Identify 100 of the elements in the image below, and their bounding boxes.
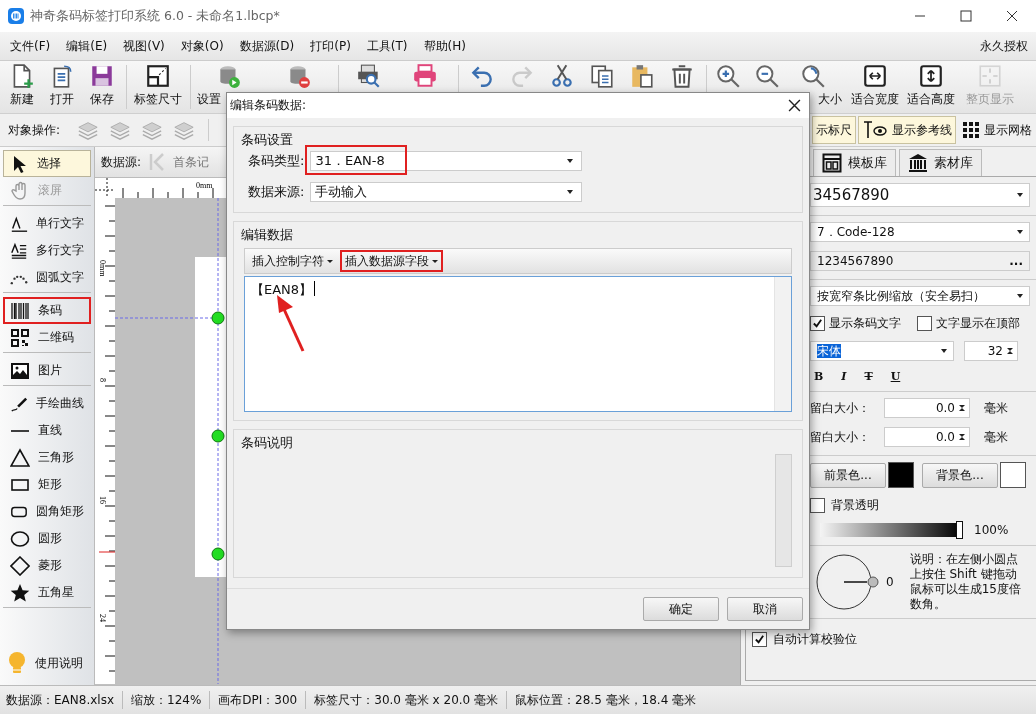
margin-label: 留白大小： — [810, 428, 870, 446]
menu-item[interactable]: 视图(V) — [123, 37, 165, 55]
color-button[interactable]: 前景色... — [810, 462, 886, 488]
close-icon[interactable] — [1006, 10, 1018, 22]
checkbox[interactable] — [752, 632, 767, 647]
tool-button[interactable]: 手绘曲线 — [3, 390, 91, 417]
slider-thumb[interactable] — [956, 521, 963, 539]
tool-button[interactable]: 条码 — [3, 297, 91, 324]
copy-icon — [589, 63, 615, 89]
checkbox[interactable] — [917, 316, 932, 331]
toolbar-button[interactable]: 标签尺寸 — [130, 61, 186, 113]
menu-item[interactable]: 打印(P) — [310, 37, 351, 55]
margin-label: 留白大小： — [810, 399, 870, 417]
triangle-icon — [10, 447, 30, 468]
line-icon — [10, 429, 30, 432]
status-text: 缩放：124% — [131, 691, 202, 709]
checkbox-label: 显示条码文字 — [829, 315, 901, 332]
checkbox-label: 自动计算校验位 — [773, 631, 857, 648]
view-toggle-button[interactable]: 显示网格 — [958, 116, 1036, 144]
tool-button[interactable]: 单行文字 — [3, 210, 91, 237]
tool-button[interactable]: 矩形 — [3, 471, 91, 498]
cut-icon — [549, 63, 575, 89]
tool-button[interactable]: 五角星 — [3, 579, 91, 606]
barcode-type-select[interactable]: 7．Code-128 — [810, 222, 1030, 242]
view-toggle-button[interactable]: 示标尺 — [812, 116, 856, 144]
font-size-spinner[interactable]: 32 — [964, 341, 1018, 361]
zoom-in-icon — [715, 63, 741, 89]
text-style-button[interactable]: U — [888, 370, 903, 383]
dropdown-select[interactable]: 手动输入 — [310, 182, 583, 202]
tool-button[interactable]: 圆角矩形 — [3, 498, 91, 525]
tool-button[interactable]: 三角形 — [3, 444, 91, 471]
text-style-button[interactable]: I — [839, 370, 849, 383]
menu-item[interactable]: 编辑(E) — [66, 37, 108, 55]
menu-item[interactable]: 文件(F) — [10, 37, 51, 55]
qr-code-icon — [10, 327, 30, 348]
selection-handle[interactable] — [211, 547, 225, 561]
color-swatch[interactable] — [1000, 462, 1026, 488]
menu-item[interactable]: 工具(T) — [366, 37, 408, 55]
font-select[interactable]: 宋体 — [810, 341, 954, 361]
scale-mode-select[interactable]: 按宽窄条比例缩放（安全易扫） — [810, 286, 1030, 306]
scrollbar[interactable] — [775, 454, 792, 567]
tool-button[interactable]: 多行文字 — [3, 237, 91, 264]
panel-tab[interactable]: 素材库 — [899, 149, 982, 176]
template-icon — [822, 153, 842, 173]
tool-button[interactable]: 二维码 — [3, 324, 91, 351]
license-label[interactable]: 永久授权 — [980, 37, 1028, 55]
panel-tab[interactable]: 模板库 — [813, 149, 896, 176]
data-source-label: 数据源: — [101, 153, 142, 171]
tool-button[interactable]: 直线 — [3, 417, 91, 444]
field-label: 数据来源: — [248, 183, 305, 201]
dropdown-select[interactable]: 31．EAN-8 — [310, 151, 583, 171]
barcode-data-textarea[interactable]: 【EAN8】 — [244, 276, 792, 412]
toolbar-button[interactable]: 适合高度 — [902, 61, 960, 113]
first-record-label[interactable]: 首条记 — [173, 153, 210, 171]
tool-button[interactable]: 图片 — [3, 357, 91, 384]
checkbox[interactable] — [810, 498, 825, 513]
menu-item[interactable]: 对象(O) — [180, 37, 224, 55]
tool-button[interactable]: 菱形 — [3, 552, 91, 579]
text-style-button[interactable]: B — [812, 370, 826, 383]
color-button[interactable]: 背景色... — [922, 462, 998, 488]
margin-spinner[interactable]: 0.0 — [884, 398, 970, 418]
dialog-button[interactable]: 确定 — [643, 597, 719, 621]
printer-icon — [412, 63, 438, 89]
toolbar-button[interactable]: 大小 — [788, 61, 848, 113]
browse-button[interactable]: ... — [1009, 254, 1023, 268]
data-combo-box[interactable]: 34567890 — [810, 183, 1030, 207]
scrollbar[interactable] — [774, 277, 791, 411]
field-label: 条码类型: — [248, 152, 305, 170]
selection-handle[interactable] — [211, 311, 225, 325]
print-preview-icon — [356, 63, 382, 89]
opacity-slider[interactable] — [820, 523, 962, 537]
menu-item[interactable]: 帮助(H) — [423, 37, 466, 55]
margin-spinner[interactable]: 0.0 — [884, 427, 970, 447]
maximize-icon[interactable] — [960, 10, 972, 22]
text-style-button[interactable]: T — [862, 370, 875, 383]
rotation-dial[interactable] — [816, 552, 882, 612]
tool-button[interactable]: 选择 — [3, 150, 91, 177]
selection-handle[interactable] — [211, 429, 225, 443]
toolbar-button[interactable]: 打开 — [42, 61, 82, 113]
insert-menu-button[interactable]: 插入控制字符 — [247, 250, 338, 272]
menu-item[interactable]: 数据源(D) — [239, 37, 295, 55]
color-swatch[interactable] — [888, 462, 914, 488]
barcode-content-field[interactable]: 1234567890 ... — [810, 251, 1030, 271]
guide-line-eye-icon — [862, 120, 888, 140]
insert-menu-button[interactable]: 插入数据源字段 — [340, 250, 443, 272]
toolbar-button[interactable]: 适合宽度 — [848, 61, 902, 113]
view-toggle-button[interactable]: 显示参考线 — [858, 116, 956, 144]
help-button[interactable]: 使用说明 — [0, 647, 94, 679]
toolbar-button[interactable]: 保存 — [82, 61, 122, 113]
unit-label: 毫米 — [984, 428, 1008, 446]
tool-button[interactable]: 圆形 — [3, 525, 91, 552]
tool-button[interactable]: 圆弧文字 — [3, 264, 91, 291]
dialog-button[interactable]: 取消 — [727, 597, 803, 621]
diamond-icon — [10, 555, 30, 576]
rotation-help-text: 说明：在左侧小圆点上按住 Shift 键拖动鼠标可以生成15度倍数角。 — [909, 552, 1022, 612]
checkbox[interactable] — [810, 316, 825, 331]
close-icon[interactable] — [788, 99, 801, 112]
toolbar-button[interactable]: 新建 — [2, 61, 42, 113]
status-text: 数据源：EAN8.xlsx — [6, 691, 114, 709]
app-logo-icon — [8, 8, 24, 24]
